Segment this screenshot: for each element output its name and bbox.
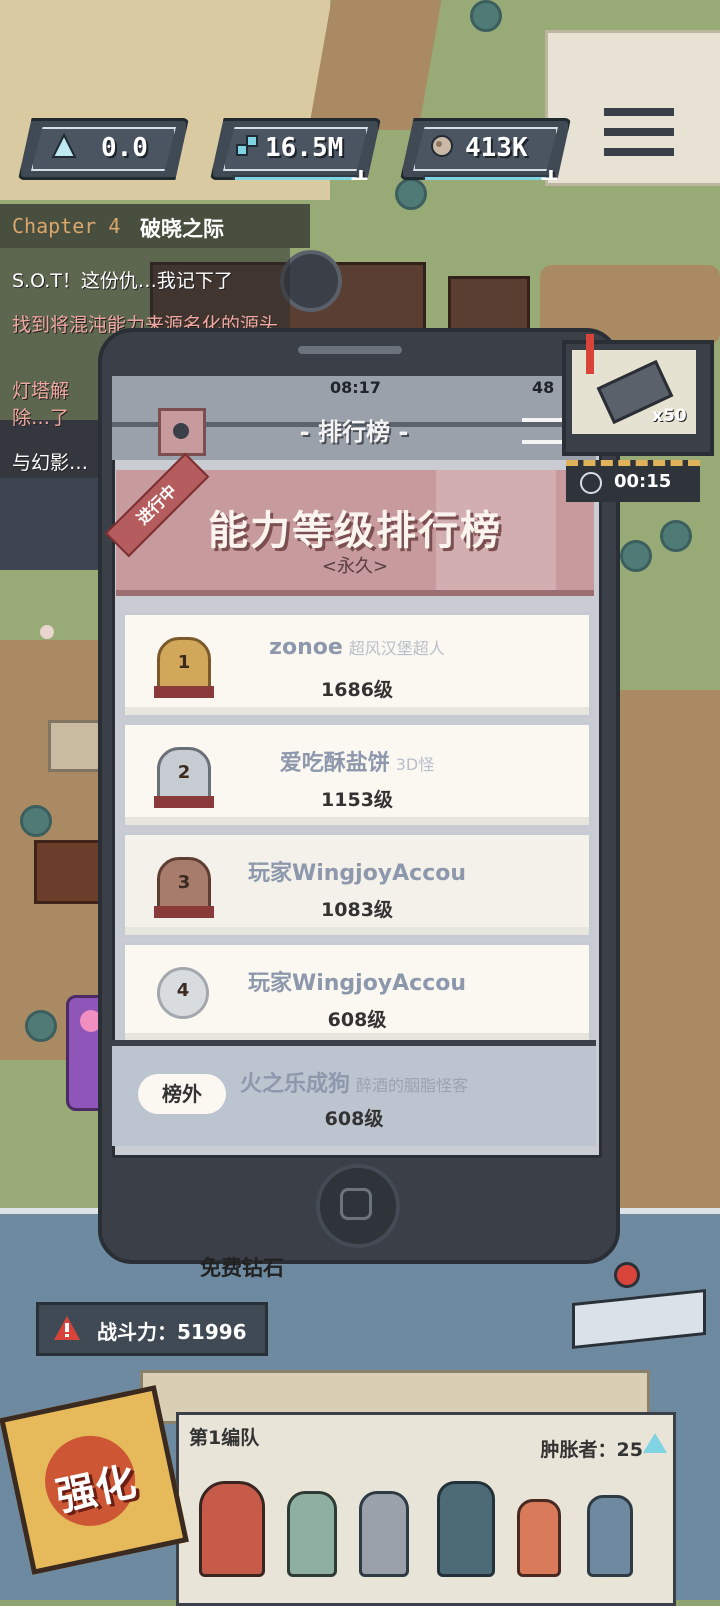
back-arrow-icon[interactable] [522,418,566,444]
home-square-icon [340,1188,372,1220]
team-count: 肿胀者：25 [540,1439,643,1461]
banner-title: 能力等级排行榜 [208,508,502,554]
resource-value: 16.5M [265,133,344,163]
tree-icon [660,520,692,552]
quest-item[interactable]: 与幻影… [12,448,102,475]
resource-value: 0.0 [101,133,148,163]
combat-power: 战斗力：51996 [36,1302,268,1356]
self-level: 608级 [324,1108,384,1130]
crystal-icon [51,133,77,158]
self-title: 醉酒的胭脂怪客 [356,1076,469,1095]
status-bar: 08:17 48 [112,376,596,398]
home-button[interactable] [316,1164,400,1248]
ore-icon [431,135,453,157]
player-name: 玩家WingjoyAccou [125,965,589,997]
chapter-title: 破晓之际 [140,217,224,241]
quest-header[interactable]: Chapter 4 破晓之际 [0,204,310,248]
rank-card[interactable]: 4 玩家WingjoyAccou 608级 [122,942,592,1044]
leaderboard-header: - 排行榜 - [112,398,596,460]
dirt-road-right [610,690,720,1210]
rank-card[interactable]: 1 zonoe 超风汉堡超人 1686级 [122,612,592,718]
player-title: 超风汉堡超人 [348,639,445,658]
combat-power-value: 战斗力：51996 [97,1320,247,1344]
dirt-path [308,0,442,130]
player-title: 3D怪 [395,755,435,774]
self-rank-card[interactable]: 榜外 火之乐成狗 醉酒的胭脂怪客 608级 [112,1046,596,1146]
flower-icon [40,625,54,639]
chapter-label: Chapter 4 [12,214,121,238]
warning-icon [54,1316,80,1340]
player-name-text: 爱吃酥盐饼 [279,751,390,776]
self-name-text: 火之乐成狗 [239,1072,350,1097]
player-name-text: zonoe [269,635,343,660]
hero-sprite[interactable] [359,1491,409,1577]
player-name: zonoe 超风汉堡超人 [125,635,589,660]
tree-icon [25,1010,57,1042]
status-time: 08:17 [330,378,381,397]
status-battery: 48 [532,378,555,397]
team-name[interactable]: 第1编队 [189,1423,259,1450]
resource-gems[interactable]: 16.5M + [210,118,381,180]
tree-icon [20,805,52,837]
rank-card[interactable]: 2 爱吃酥盐饼 3D怪 1153级 [122,722,592,828]
team-panel[interactable]: 第1编队 肿胀者：25 [176,1412,676,1606]
player-name: 爱吃酥盐饼 3D怪 [125,745,589,777]
player-level: 608级 [327,1009,387,1031]
reward-timer: 00:15 [566,460,700,502]
gem-cluster-icon [236,135,258,156]
strengthen-button[interactable]: 强化 [0,1385,189,1575]
tree-icon [395,178,427,210]
timer-value: 00:15 [614,471,672,492]
player-level: 1083级 [321,899,393,921]
crate-sprite [34,840,106,904]
menu-button[interactable] [604,104,674,160]
alert-mark-icon [586,334,594,374]
rank-card[interactable]: 3 玩家WingjoyAccou 1083级 [122,832,592,938]
quest-item[interactable]: 灯塔解除…了 [12,376,102,430]
player-name: 玩家WingjoyAccou [125,855,589,887]
tree-icon [620,540,652,572]
crystal-icon [643,1433,667,1453]
resource-value: 413K [465,133,528,163]
hero-sprite[interactable] [587,1495,633,1577]
player-name-text: 玩家WingjoyAccou [247,861,467,886]
player-name-text: 玩家WingjoyAccou [247,971,467,996]
free-diamond-label[interactable]: 免费钻石 [200,1252,284,1282]
player-level: 1153级 [321,789,393,811]
clock-icon [580,472,602,494]
hero-sprite[interactable] [287,1491,337,1577]
resource-crystal[interactable]: 0.0 [18,118,189,180]
reward-box[interactable]: x50 [562,340,714,456]
quest-item[interactable]: S.O.T！这份仇…我记下了 [12,266,282,293]
phone-speaker [298,346,402,354]
self-name: 火之乐成狗 醉酒的胭脂怪客 [112,1066,596,1098]
hero-sprite[interactable] [517,1499,561,1577]
reward-count: x50 [652,406,687,426]
hero-sprite[interactable] [199,1481,265,1577]
tree-icon [470,0,502,32]
hero-sprite[interactable] [437,1481,495,1577]
resource-ore[interactable]: 413K + [400,118,571,180]
map-pin-icon [614,1262,640,1288]
player-level: 1686级 [321,679,393,701]
banner-subtitle: <永久> [321,556,389,577]
